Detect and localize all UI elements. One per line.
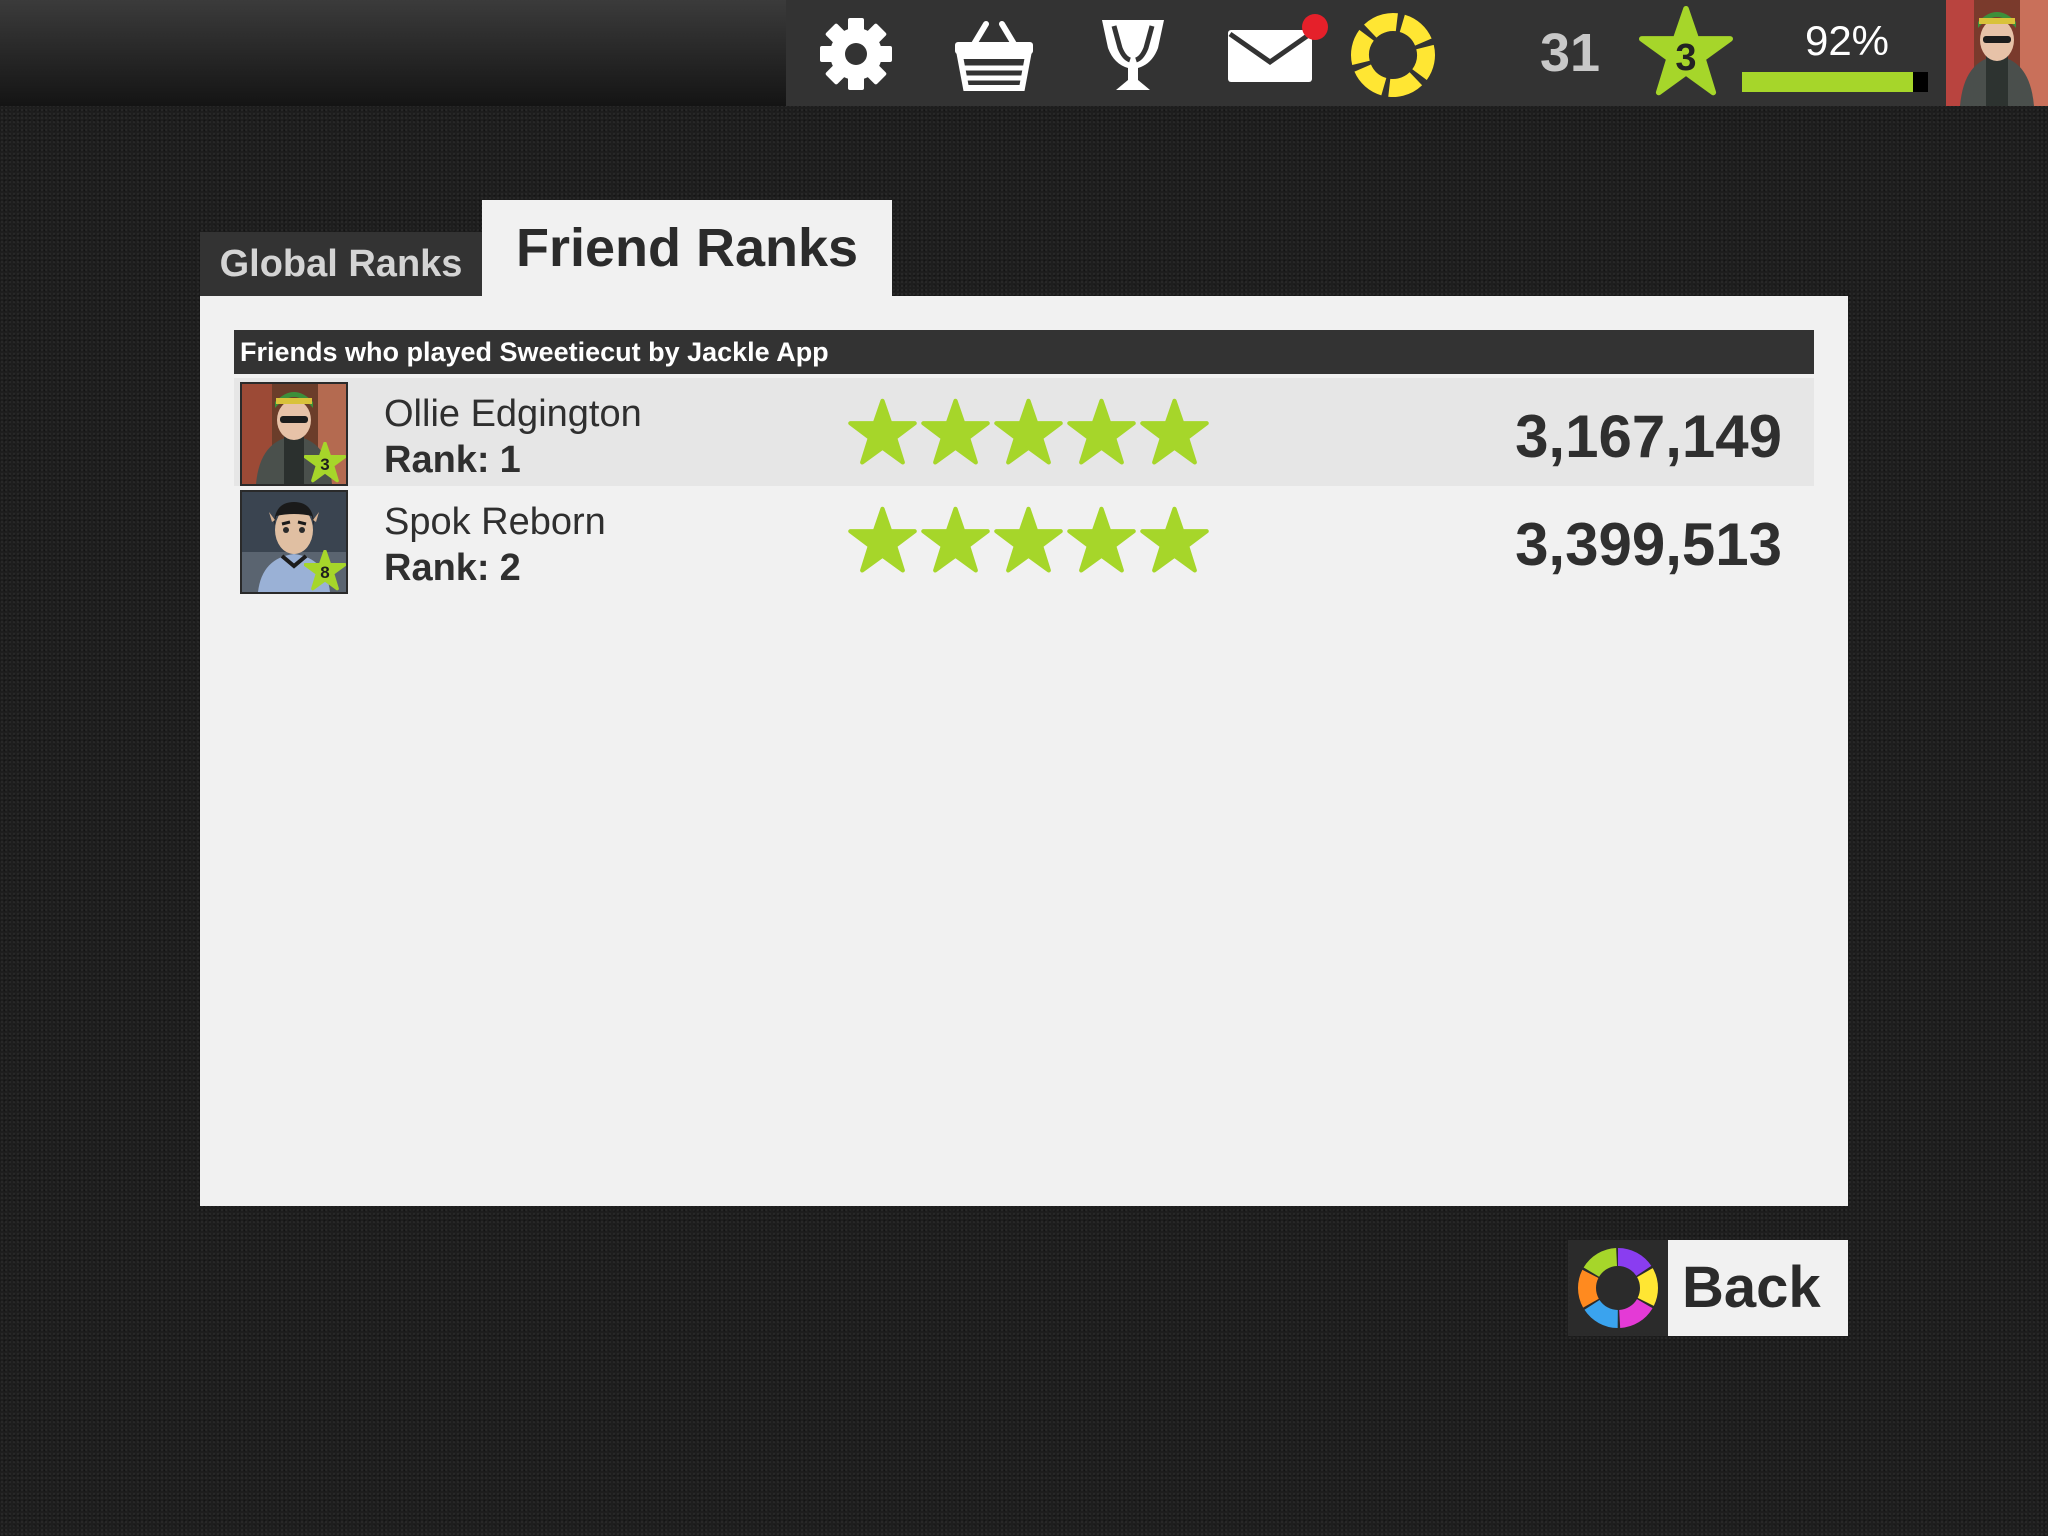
player-level-badge: 3	[1638, 6, 1734, 100]
tab-global-ranks[interactable]: Global Ranks	[200, 232, 482, 296]
rating-star-icon	[921, 398, 990, 465]
list-header: Friends who played Sweetiecut by Jackle …	[234, 330, 1814, 374]
xp-progress-fill	[1742, 72, 1914, 92]
friend-level-badge: 8	[304, 550, 346, 592]
rank-label: Rank:	[384, 439, 490, 481]
rating-star-icon	[848, 506, 917, 573]
friend-rank: Rank: 2	[384, 546, 844, 590]
shop-basket-icon[interactable]	[952, 18, 1036, 92]
rating-star-icon	[1067, 398, 1136, 465]
friend-avatar: 8	[240, 490, 348, 594]
color-wheel-icon	[1578, 1248, 1658, 1328]
trophy-icon[interactable]	[1096, 16, 1170, 96]
settings-icon[interactable]	[816, 14, 896, 94]
friend-level-badge: 3	[304, 442, 346, 484]
rating-star-icon	[994, 398, 1063, 465]
rating-star-icon	[994, 506, 1063, 573]
friend-rank: Rank: 1	[384, 438, 844, 482]
leaderboard-row[interactable]: 3 Ollie Edgington Rank: 1 3,167,149	[234, 378, 1814, 486]
star-rating	[846, 506, 1211, 576]
friend-ranks-panel: Friends who played Sweetiecut by Jackle …	[200, 296, 1848, 1206]
leaderboard-row[interactable]: 8 Spok Reborn Rank: 2 3,399,513	[234, 486, 1814, 594]
xp-percent-label: 92%	[1804, 17, 1890, 64]
friend-score: 3,399,513	[1515, 511, 1782, 578]
back-button-label: Back	[1668, 1240, 1848, 1336]
rating-star-icon	[1140, 506, 1209, 573]
rating-star-icon	[1067, 506, 1136, 573]
friend-name: Spok Reborn	[384, 501, 606, 543]
star-rating	[846, 398, 1211, 468]
mail-icon[interactable]	[1226, 28, 1314, 84]
friend-level-number: 8	[320, 563, 330, 582]
rank-number: 1	[499, 439, 521, 481]
level-count: 31	[1539, 23, 1601, 83]
top-bar-left	[0, 0, 786, 106]
notification-dot	[1302, 14, 1328, 40]
friend-name: Ollie Edgington	[384, 393, 642, 435]
rating-star-icon	[1140, 398, 1209, 465]
rank-label: Rank:	[384, 547, 490, 589]
friend-level-number: 3	[320, 455, 330, 474]
friend-score: 3,167,149	[1515, 403, 1782, 470]
back-button[interactable]: Back	[1568, 1240, 1848, 1336]
back-button-icon-box	[1568, 1240, 1668, 1336]
color-ring-icon[interactable]	[1350, 12, 1436, 98]
xp-progress-bar	[1742, 72, 1928, 92]
player-level-number: 3	[1675, 37, 1697, 79]
rating-star-icon	[848, 398, 917, 465]
profile-avatar[interactable]	[1946, 0, 2048, 106]
tab-friend-ranks[interactable]: Friend Ranks	[482, 200, 892, 296]
friend-avatar: 3	[240, 382, 348, 486]
rating-star-icon	[921, 506, 990, 573]
rank-number: 2	[499, 547, 521, 589]
